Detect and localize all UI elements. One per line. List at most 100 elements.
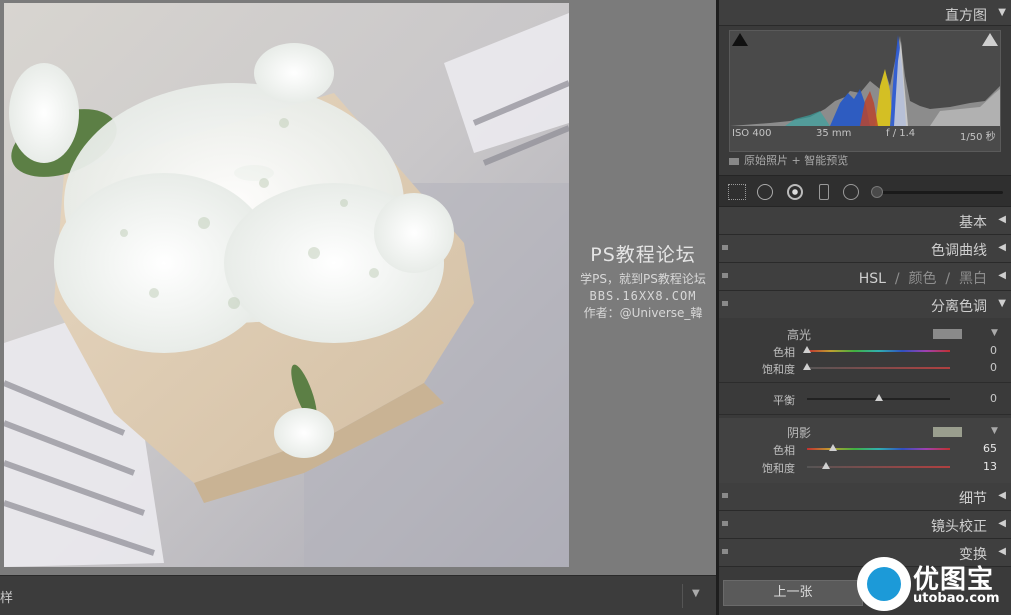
logo-url: utobao.com xyxy=(913,591,1000,606)
split-toning-panel: 高光 ▼ 色相 0 饱和度 0 平衡 0 阴影 ▼ 色相 65 饱和度 13 xyxy=(719,318,1011,483)
brush-slider-knob[interactable] xyxy=(871,186,883,198)
collapse-arrow-icon[interactable]: ◀ xyxy=(998,270,1006,281)
tab-hsl[interactable]: HSL xyxy=(859,271,886,287)
panel-toggle-icon[interactable] xyxy=(722,521,728,526)
panel-header-histogram[interactable]: 直方图 ▼ xyxy=(719,0,1011,26)
tab-separator: / xyxy=(945,271,951,287)
shadows-section: 阴影 ▼ 色相 65 饱和度 13 xyxy=(719,418,1011,483)
image-viewer[interactable]: PS教程论坛 学PS，就到PS教程论坛 BBS.16XX8.COM 作者：@Un… xyxy=(0,0,716,575)
collapse-arrow-icon[interactable]: ▼ xyxy=(998,7,1006,18)
chevron-down-icon[interactable]: ▼ xyxy=(692,588,700,599)
panel-header-hsl[interactable]: HSL / 颜色 / 黑白 ◀ xyxy=(719,263,1011,291)
panel-title-histogram: 直方图 xyxy=(945,8,987,24)
photo-image xyxy=(4,3,569,567)
shadow-clipping-icon[interactable] xyxy=(732,33,748,46)
slider-value[interactable]: 0 xyxy=(990,344,997,357)
previous-button[interactable]: 上一张 xyxy=(723,580,863,606)
collapse-arrow-icon[interactable]: ◀ xyxy=(998,214,1006,225)
slider-value[interactable]: 0 xyxy=(990,392,997,405)
histogram-graph xyxy=(730,35,1000,126)
highlights-hue-row: 色相 0 xyxy=(719,344,1011,360)
spot-removal-icon[interactable] xyxy=(757,184,773,200)
smart-preview-status: 原始照片 + 智能预览 xyxy=(729,152,848,168)
develop-panel: 直方图 ▼ ISO 400 35 mm f / 1.4 1/50 秒 原始照片 … xyxy=(719,0,1011,615)
panel-title-lens-corrections: 镜头校正 xyxy=(931,519,987,535)
toolbar-bottom: 样 ▼ xyxy=(0,575,716,615)
tab-black-white[interactable]: 黑白 xyxy=(959,271,987,287)
shadows-saturation-slider[interactable] xyxy=(821,462,830,469)
bird-icon xyxy=(867,567,901,601)
highlight-clipping-icon[interactable] xyxy=(982,33,998,46)
panel-title-split-toning: 分离色调 xyxy=(931,299,987,315)
watermark-url: BBS.16XX8.COM xyxy=(589,289,697,303)
chevron-down-icon[interactable]: ▼ xyxy=(991,328,998,338)
panel-toggle-icon[interactable] xyxy=(722,493,728,498)
highlights-saturation-row: 饱和度 0 xyxy=(719,361,1011,377)
graduated-filter-icon[interactable] xyxy=(819,184,829,200)
panel-title-hsl: HSL / 颜色 / 黑白 xyxy=(859,268,987,288)
radial-filter-icon[interactable] xyxy=(843,184,859,200)
preview-label: 原始照片 + 智能预览 xyxy=(744,154,849,167)
divider xyxy=(719,382,1011,383)
panel-title-tone-curve: 色调曲线 xyxy=(931,243,987,259)
photo-flower-bouquet[interactable] xyxy=(4,3,569,567)
brush-slider-track[interactable] xyxy=(879,191,1003,194)
panel-toggle-icon[interactable] xyxy=(722,273,728,278)
tool-strip xyxy=(719,175,1011,207)
toolbar-label: 样 xyxy=(0,591,14,606)
panel-header-detail[interactable]: 细节 ◀ xyxy=(719,483,1011,511)
shadows-hue-slider[interactable] xyxy=(828,444,837,451)
chevron-down-icon[interactable]: ▼ xyxy=(991,426,998,436)
watermark-title: PS教程论坛 xyxy=(590,244,696,266)
exif-iso: ISO 400 xyxy=(732,128,772,139)
shadows-color-swatch[interactable] xyxy=(933,427,962,437)
panel-header-tone-curve[interactable]: 色调曲线 ◀ xyxy=(719,235,1011,263)
tab-color[interactable]: 颜色 xyxy=(908,271,936,287)
panel-title-basic: 基本 xyxy=(959,215,987,231)
preview-icon xyxy=(729,157,739,165)
slider-value[interactable]: 0 xyxy=(990,361,997,374)
watermark: PS教程论坛 学PS，就到PS教程论坛 BBS.16XX8.COM 作者：@Un… xyxy=(570,240,716,321)
histogram-exif-info: ISO 400 35 mm f / 1.4 1/50 秒 xyxy=(730,128,1000,146)
collapse-arrow-icon[interactable]: ◀ xyxy=(998,518,1006,529)
slider-value[interactable]: 65 xyxy=(983,442,997,455)
slider-label: 色相 xyxy=(773,444,795,457)
highlights-title: 高光 xyxy=(786,328,811,342)
tab-separator: / xyxy=(894,271,900,287)
collapse-arrow-icon[interactable]: ◀ xyxy=(998,242,1006,253)
shadows-saturation-row: 饱和度 13 xyxy=(719,460,1011,476)
slider-label: 饱和度 xyxy=(762,462,795,475)
highlights-saturation-track[interactable] xyxy=(807,367,950,369)
highlights-color-swatch[interactable] xyxy=(933,329,962,339)
slider-label: 饱和度 xyxy=(762,363,795,376)
balance-row: 平衡 0 xyxy=(719,392,1011,408)
collapse-arrow-icon[interactable]: ◀ xyxy=(998,490,1006,501)
shadows-hue-row: 色相 65 xyxy=(719,442,1011,458)
red-eye-icon[interactable] xyxy=(787,184,803,200)
panel-toggle-icon[interactable] xyxy=(722,549,728,554)
exif-shutter: 1/50 秒 xyxy=(960,132,996,143)
highlights-saturation-slider[interactable] xyxy=(803,363,811,370)
panel-header-split-toning[interactable]: 分离色调 ▼ xyxy=(719,291,1011,319)
exif-focal-length: 35 mm xyxy=(816,128,852,139)
collapse-arrow-icon[interactable]: ▼ xyxy=(998,298,1006,309)
panel-header-lens-corrections[interactable]: 镜头校正 ◀ xyxy=(719,511,1011,539)
exif-aperture: f / 1.4 xyxy=(886,128,916,139)
histogram[interactable]: ISO 400 35 mm f / 1.4 1/50 秒 xyxy=(729,30,1001,152)
panel-header-basic[interactable]: 基本 ◀ xyxy=(719,207,1011,235)
watermark-slogan: 学PS，就到PS教程论坛 xyxy=(580,272,706,286)
slider-value[interactable]: 13 xyxy=(983,460,997,473)
panel-toggle-icon[interactable] xyxy=(722,301,728,306)
slider-label: 平衡 xyxy=(773,394,795,407)
panel-toggle-icon[interactable] xyxy=(722,245,728,250)
highlights-hue-slider[interactable] xyxy=(803,346,811,353)
site-logo: 优图宝 utobao.com xyxy=(855,555,1011,615)
toolbar-separator xyxy=(682,584,683,608)
panel-title-detail: 细节 xyxy=(959,491,987,507)
slider-label: 色相 xyxy=(773,346,795,359)
balance-slider[interactable] xyxy=(874,394,883,401)
shadows-title: 阴影 xyxy=(786,426,811,440)
watermark-author: 作者：@Universe_韓 xyxy=(583,306,703,320)
highlights-hue-track[interactable] xyxy=(807,350,950,352)
crop-icon[interactable] xyxy=(728,184,746,200)
